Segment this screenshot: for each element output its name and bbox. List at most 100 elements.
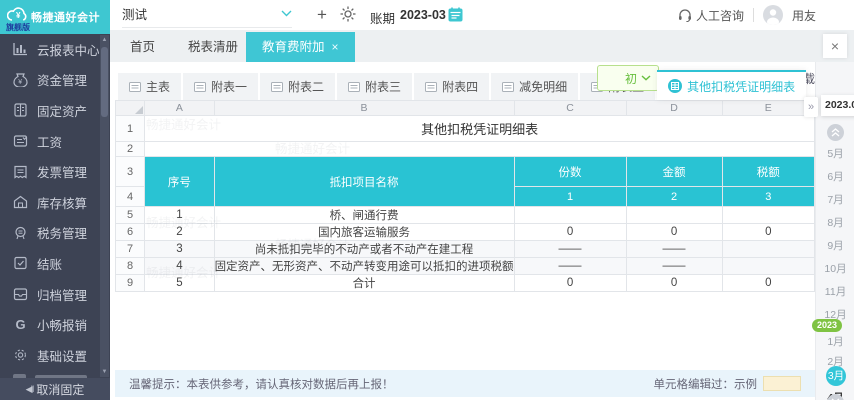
row-number[interactable]: 2	[114, 141, 146, 157]
row-number[interactable]: 6	[114, 223, 146, 241]
cell-copies[interactable]: 0	[513, 223, 627, 241]
unpin-sidebar-button[interactable]: ◀‖ 取消固定	[0, 378, 110, 400]
cell-copies[interactable]: ——	[513, 257, 627, 275]
cell-item-name[interactable]: 尚未抵扣完毕的不动产或者不动产在建工程	[213, 240, 515, 258]
subtab-main-table[interactable]: 主表	[118, 73, 182, 100]
cell-item-name[interactable]: 国内旅客运输服务	[213, 223, 515, 241]
rail-collapse-button[interactable]: »	[804, 97, 818, 117]
cell-amount[interactable]	[625, 206, 723, 224]
sheet-title-cell[interactable]: 其他扣税凭证明细表	[144, 115, 815, 142]
subtab-other-deduction-detail[interactable]: 其他扣税凭证明细表	[657, 70, 807, 100]
cell-copies[interactable]	[513, 206, 627, 224]
settings-button[interactable]	[340, 6, 356, 27]
month-aug[interactable]: 8月	[816, 215, 854, 230]
subtab-appendix-1[interactable]: 附表一	[183, 73, 259, 100]
header-col-3[interactable]: 3	[721, 186, 816, 207]
sidebar-item-cloud-reports[interactable]: 云报表中心	[0, 34, 110, 65]
cell-seq[interactable]: 5	[144, 274, 215, 292]
close-panel-button[interactable]: ×	[823, 34, 847, 58]
month-jul[interactable]: 7月	[816, 192, 854, 207]
tab-home[interactable]: 首页	[114, 32, 171, 62]
sidebar-item-salary[interactable]: 工资	[0, 126, 110, 157]
rail-current-period[interactable]: 2023.03	[821, 95, 854, 116]
scroll-down-icon[interactable]: ▼	[100, 369, 109, 375]
subtab-appendix-2[interactable]: 附表二	[260, 73, 336, 100]
close-icon[interactable]: ×	[332, 32, 339, 62]
header-col-2[interactable]: 2	[625, 186, 723, 207]
sidebar-item-funds[interactable]: ¥ 资金管理	[0, 65, 110, 96]
header-col-1[interactable]: 1	[513, 186, 627, 207]
row-number[interactable]: 7	[114, 240, 146, 258]
period-value[interactable]: 2023-03	[400, 8, 446, 22]
cell-copies[interactable]: 0	[513, 274, 627, 292]
row-number[interactable]: 1	[114, 115, 146, 142]
month-mar-selected[interactable]: 3月	[826, 366, 846, 386]
company-selector[interactable]: 测试	[122, 0, 292, 28]
subtab-appendix-3[interactable]: 附表三	[337, 73, 413, 100]
header-copies[interactable]: 份数	[513, 156, 627, 187]
scroll-up-icon[interactable]: ▲	[100, 37, 109, 43]
month-oct[interactable]: 10月	[816, 261, 854, 276]
cell-seq[interactable]: 3	[144, 240, 215, 258]
col-header-e[interactable]: E	[721, 100, 816, 116]
user-avatar[interactable]	[762, 5, 783, 25]
month-jan[interactable]: 1月	[816, 334, 854, 349]
cell-tax[interactable]	[721, 206, 816, 224]
cell-item-name[interactable]: 桥、闸通行费	[213, 206, 515, 224]
row-number[interactable]: 4	[114, 186, 146, 207]
sidebar-item-archive[interactable]: 归档管理	[0, 279, 110, 310]
row-number[interactable]: 5	[114, 206, 146, 224]
sidebar-item-xiaochang-expense[interactable]: G 小畅报销	[0, 309, 110, 340]
month-sep[interactable]: 9月	[816, 238, 854, 253]
cell-seq[interactable]: 1	[144, 206, 215, 224]
sidebar-item-tax[interactable]: 税务管理	[0, 218, 110, 249]
row-number[interactable]: 3	[114, 156, 146, 187]
row-number[interactable]: 9	[114, 274, 146, 292]
closing-book-icon	[14, 257, 27, 270]
cell-seq[interactable]: 4	[144, 257, 215, 275]
sidebar-item-closing[interactable]: 结账	[0, 248, 110, 279]
col-header-a[interactable]: A	[144, 100, 215, 116]
month-nov[interactable]: 11月	[816, 284, 854, 299]
tab-education-surcharge[interactable]: 教育费附加 ×	[246, 32, 355, 62]
cell-tax[interactable]: 0	[721, 223, 816, 241]
sidebar-item-fixed-assets[interactable]: 固定资产	[0, 95, 110, 126]
header-amount[interactable]: 金额	[625, 156, 723, 187]
cell-item-name[interactable]: 合计	[213, 274, 515, 292]
header-item-name[interactable]: 抵扣项目名称	[213, 156, 515, 207]
col-header-b[interactable]: B	[213, 100, 515, 116]
cell-tax[interactable]	[721, 257, 816, 275]
user-name: 用友	[791, 8, 816, 23]
cell-seq[interactable]: 2	[144, 223, 215, 241]
sidebar-item-settings[interactable]: 基础设置	[0, 340, 110, 371]
month-jun[interactable]: 6月	[816, 169, 854, 184]
cell-amount[interactable]: ——	[625, 240, 723, 258]
rail-scroll-up-button[interactable]	[827, 124, 844, 141]
sidebar-item-inventory[interactable]: 库存核算	[0, 187, 110, 218]
subtab-reduction-detail[interactable]: 减免明细	[491, 73, 579, 100]
sidebar-scrollbar[interactable]: ▲ ▼	[100, 35, 109, 377]
cell-copies[interactable]: ——	[513, 240, 627, 258]
app-logo[interactable]: ¥ 畅捷通好会计 旗舰版	[0, 0, 110, 34]
scrollbar-thumb[interactable]	[101, 47, 108, 117]
cell-amount[interactable]: ——	[625, 257, 723, 275]
select-all-corner[interactable]	[114, 100, 146, 116]
add-account-button[interactable]: +	[310, 3, 334, 27]
sidebar-item-invoices[interactable]: 发票管理	[0, 156, 110, 187]
empty-cell[interactable]	[144, 141, 815, 157]
subtab-appendix-4[interactable]: 附表四	[414, 73, 490, 100]
support-button[interactable]: 人工咨询	[678, 7, 744, 24]
header-tax[interactable]: 税额	[721, 156, 816, 187]
period-mode-dropdown[interactable]: 初	[597, 65, 659, 91]
month-may[interactable]: 5月	[816, 146, 854, 161]
cell-item-name[interactable]: 固定资产、无形资产、不动产转变用途可以抵扣的进项税额	[213, 257, 515, 275]
cell-amount[interactable]: 0	[625, 223, 723, 241]
col-header-c[interactable]: C	[513, 100, 627, 116]
cell-tax[interactable]: 0	[721, 274, 816, 292]
header-seq[interactable]: 序号	[144, 156, 215, 207]
cell-tax[interactable]	[721, 240, 816, 258]
col-header-d[interactable]: D	[625, 100, 723, 116]
row-number[interactable]: 8	[114, 257, 146, 275]
calendar-icon[interactable]	[448, 7, 463, 27]
cell-amount[interactable]: 0	[625, 274, 723, 292]
